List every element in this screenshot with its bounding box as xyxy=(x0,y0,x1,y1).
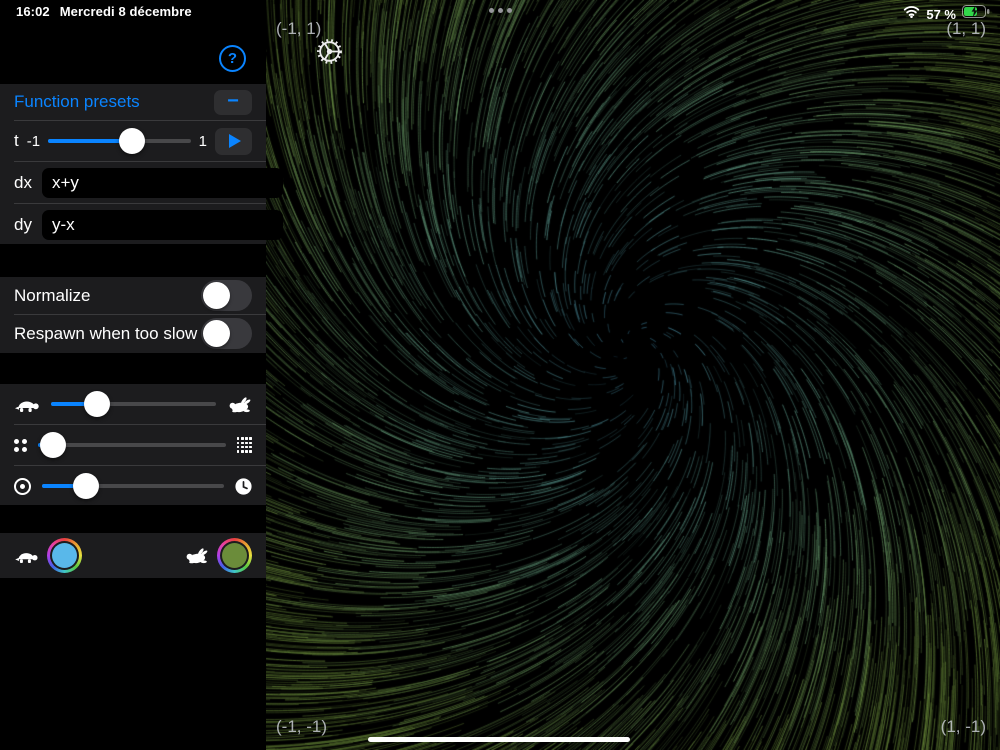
battery-charging-icon xyxy=(962,5,990,23)
dots-sparse-icon xyxy=(14,438,27,452)
status-bar-left: 16:02 Mercredi 8 décembre xyxy=(16,4,192,19)
status-date: Mercredi 8 décembre xyxy=(59,4,192,19)
t-slider-track[interactable] xyxy=(48,128,191,154)
play-icon xyxy=(229,134,241,148)
normalize-toggle[interactable] xyxy=(201,280,252,311)
turtle-icon xyxy=(14,396,40,413)
help-button[interactable]: ? xyxy=(219,45,246,72)
respawn-toggle[interactable] xyxy=(201,318,252,349)
function-presets-card: Function presets − t -1 1 dx x+y dy y-x xyxy=(0,84,283,244)
dx-input[interactable] xyxy=(41,167,283,198)
status-bar-right: 57 % xyxy=(903,5,990,23)
speed-slider[interactable] xyxy=(51,391,216,417)
fast-color-swatch xyxy=(222,543,247,568)
t-slider[interactable] xyxy=(48,128,191,154)
corner-label-bottom-left: (-1, -1) xyxy=(276,717,327,736)
play-button[interactable] xyxy=(215,127,252,155)
sliders-card xyxy=(0,384,266,505)
corner-label-bottom-right: (1, -1) xyxy=(940,717,986,736)
hare-icon xyxy=(184,547,209,564)
t-label: t xyxy=(14,131,19,150)
wifi-icon xyxy=(903,5,920,23)
t-min-label: -1 xyxy=(26,132,41,150)
clock-icon xyxy=(235,477,252,495)
colors-card xyxy=(0,533,266,578)
minus-icon: − xyxy=(227,90,239,112)
t-slider-thumb[interactable] xyxy=(119,128,146,154)
normalize-label: Normalize xyxy=(14,285,91,305)
slider-thumb[interactable] xyxy=(84,391,111,417)
dots-dense-icon xyxy=(236,437,252,453)
turtle-icon xyxy=(14,548,39,564)
slow-color-picker[interactable] xyxy=(47,538,82,573)
slider-track[interactable] xyxy=(51,391,216,417)
slider-thumb[interactable] xyxy=(72,473,99,499)
slow-color-swatch xyxy=(52,543,77,568)
hare-icon xyxy=(227,396,252,413)
flow-field-area[interactable]: (-1, 1) (1, 1) (-1, -1) (1, -1) 57 % xyxy=(266,0,1000,750)
toggle-knob xyxy=(203,320,230,347)
ring-dot-icon xyxy=(14,477,31,495)
fast-color-picker[interactable] xyxy=(217,538,252,573)
battery-percent: 57 % xyxy=(926,6,956,22)
trail-length-slider[interactable] xyxy=(42,473,224,499)
dy-input[interactable] xyxy=(41,209,283,240)
settings-gear-icon[interactable] xyxy=(315,37,344,71)
flow-field-canvas[interactable] xyxy=(266,0,1000,750)
home-indicator[interactable] xyxy=(368,737,630,742)
slider-track[interactable] xyxy=(42,473,224,499)
particle-density-slider[interactable] xyxy=(38,432,226,458)
slider-track[interactable] xyxy=(38,432,226,458)
function-presets-link[interactable]: Function presets xyxy=(14,92,140,112)
help-label: ? xyxy=(227,50,238,67)
slider-thumb[interactable] xyxy=(40,432,67,458)
clock-time: 16:02 xyxy=(16,4,50,19)
dy-label: dy xyxy=(14,214,32,234)
toggles-card: Normalize Respawn when too slow xyxy=(0,277,266,353)
corner-label-top-left: (-1, 1) xyxy=(276,19,322,38)
collapse-button[interactable]: − xyxy=(214,89,252,115)
dx-label: dx xyxy=(14,172,32,192)
control-sidebar: 16:02 Mercredi 8 décembre ? Function pre… xyxy=(0,0,283,750)
respawn-label: Respawn when too slow xyxy=(14,323,198,343)
toggle-knob xyxy=(203,282,230,309)
t-max-label: 1 xyxy=(198,132,207,150)
